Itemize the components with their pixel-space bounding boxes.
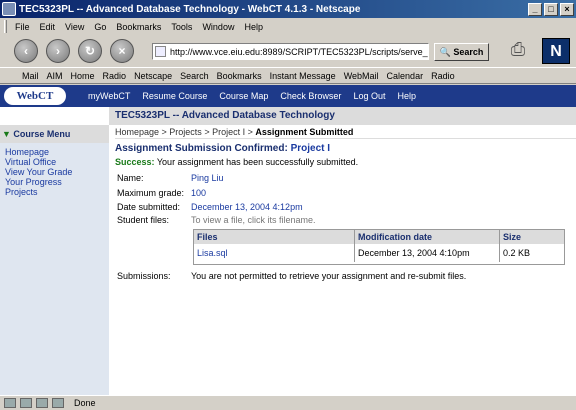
personal-home[interactable]: Home bbox=[71, 71, 95, 81]
name-label: Name: bbox=[117, 173, 144, 183]
netscape-app-icon bbox=[2, 2, 16, 16]
maxgrade-label: Maximum grade: bbox=[117, 188, 185, 198]
menu-bar: File Edit View Go Bookmarks Tools Window… bbox=[0, 18, 576, 35]
personal-aim[interactable]: AIM bbox=[47, 71, 63, 81]
sidebar-item-view-grade[interactable]: View Your Grade bbox=[0, 167, 109, 177]
menu-window[interactable]: Window bbox=[202, 22, 234, 32]
page-icon bbox=[155, 46, 166, 57]
webct-navbar: WebCT myWebCT Resume Course Course Map C… bbox=[0, 85, 576, 107]
personal-netscape[interactable]: Netscape bbox=[134, 71, 172, 81]
date-label: Date submitted: bbox=[117, 202, 181, 212]
nav-help[interactable]: Help bbox=[397, 91, 416, 101]
menu-tools[interactable]: Tools bbox=[171, 22, 192, 32]
personal-instant-message[interactable]: Instant Message bbox=[270, 71, 336, 81]
forward-icon[interactable]: › bbox=[46, 39, 70, 63]
breadcrumb-homepage[interactable]: Homepage bbox=[115, 127, 159, 137]
menu-view[interactable]: View bbox=[65, 22, 84, 32]
course-menu-header[interactable]: ▼ Course Menu bbox=[0, 125, 109, 143]
search-button[interactable]: 🔍 Search bbox=[434, 43, 489, 61]
project-name: Project I bbox=[290, 143, 331, 154]
url-field[interactable]: http://www.vce.eiu.edu:8989/SCRIPT/TEC53… bbox=[152, 43, 429, 60]
files-label: Student files: bbox=[117, 215, 170, 225]
sidebar-item-virtual-office[interactable]: Virtual Office bbox=[0, 157, 109, 167]
nav-resume-course[interactable]: Resume Course bbox=[142, 91, 207, 101]
navigator-icon[interactable] bbox=[4, 398, 16, 408]
window-titlebar: TEC5323PL -- Advanced Database Technolog… bbox=[0, 0, 576, 18]
triangle-down-icon: ▼ bbox=[2, 129, 14, 139]
nav-mywebct[interactable]: myWebCT bbox=[88, 91, 130, 101]
submissions-label: Submissions: bbox=[117, 271, 171, 281]
webct-logo[interactable]: WebCT bbox=[4, 87, 66, 105]
mail-icon[interactable] bbox=[20, 398, 32, 408]
menu-bookmarks[interactable]: Bookmarks bbox=[116, 22, 161, 32]
nav-log-out[interactable]: Log Out bbox=[353, 91, 385, 101]
navigation-toolbar: ‹ › ↻ × http://www.vce.eiu.edu:8989/SCRI… bbox=[0, 35, 576, 67]
personal-calendar[interactable]: Calendar bbox=[387, 71, 424, 81]
close-button[interactable]: × bbox=[560, 2, 574, 16]
confirmation-heading: Assignment Submission Confirmed: Project… bbox=[115, 143, 331, 154]
status-text: Done bbox=[74, 398, 96, 408]
breadcrumb-projects[interactable]: Projects bbox=[169, 127, 202, 137]
table-header: Files Modification date Size bbox=[194, 230, 564, 244]
sidebar-item-progress[interactable]: Your Progress bbox=[0, 177, 109, 187]
table-row: Lisa.sql December 13, 2004 4:10pm 0.2 KB bbox=[194, 244, 564, 262]
toolbar-grip[interactable] bbox=[4, 20, 7, 33]
personal-webmail[interactable]: WebMail bbox=[344, 71, 379, 81]
minimize-button[interactable]: _ bbox=[528, 2, 542, 16]
menu-file[interactable]: File bbox=[15, 22, 30, 32]
menu-go[interactable]: Go bbox=[94, 22, 106, 32]
maximize-button[interactable]: □ bbox=[544, 2, 558, 16]
back-icon[interactable]: ‹ bbox=[14, 39, 38, 63]
nav-check-browser[interactable]: Check Browser bbox=[280, 91, 341, 101]
personal-bookmarks[interactable]: Bookmarks bbox=[217, 71, 262, 81]
date-value: December 13, 2004 4:12pm bbox=[191, 202, 303, 212]
page-content: WebCT myWebCT Resume Course Course Map C… bbox=[0, 85, 576, 395]
name-value: Ping Liu bbox=[191, 173, 224, 183]
personal-radio-2[interactable]: Radio bbox=[431, 71, 455, 81]
breadcrumb-project[interactable]: Project I bbox=[212, 127, 245, 137]
stop-icon[interactable]: × bbox=[110, 39, 134, 63]
status-bar: Done bbox=[0, 395, 576, 410]
file-link[interactable]: Lisa.sql bbox=[194, 244, 355, 262]
sidebar-item-homepage[interactable]: Homepage bbox=[0, 147, 109, 157]
submissions-text: You are not permitted to retrieve your a… bbox=[191, 271, 467, 281]
search-icon: 🔍 bbox=[439, 46, 454, 57]
main-content: Homepage > Projects > Project I > Assign… bbox=[109, 125, 576, 395]
window-title: TEC5323PL -- Advanced Database Technolog… bbox=[19, 3, 361, 15]
url-text: http://www.vce.eiu.edu:8989/SCRIPT/TEC53… bbox=[170, 46, 429, 57]
course-menu: ▼ Course Menu Homepage Virtual Office Vi… bbox=[0, 125, 109, 395]
print-icon[interactable]: ⎙ bbox=[503, 38, 533, 60]
personal-toolbar: Mail AIM Home Radio Netscape Search Book… bbox=[0, 67, 576, 84]
files-hint: To view a file, click its filename. bbox=[191, 215, 316, 225]
personal-mail[interactable]: Mail bbox=[22, 71, 39, 81]
composer-icon[interactable] bbox=[36, 398, 48, 408]
personal-radio[interactable]: Radio bbox=[103, 71, 127, 81]
success-message: Success: Your assignment has been succes… bbox=[115, 157, 359, 167]
menu-help[interactable]: Help bbox=[244, 22, 263, 32]
breadcrumb: Homepage > Projects > Project I > Assign… bbox=[115, 125, 576, 139]
maxgrade-value: 100 bbox=[191, 188, 207, 198]
address-book-icon[interactable] bbox=[52, 398, 64, 408]
files-table: Files Modification date Size Lisa.sql Decem… bbox=[193, 229, 565, 265]
menu-edit[interactable]: Edit bbox=[40, 22, 56, 32]
breadcrumb-current: Assignment Submitted bbox=[255, 127, 354, 137]
personal-search[interactable]: Search bbox=[180, 71, 209, 81]
netscape-logo-icon[interactable]: N bbox=[542, 38, 570, 64]
course-title: TEC5323PL -- Advanced Database Technolog… bbox=[109, 107, 576, 125]
search-button-label: Search bbox=[453, 47, 484, 57]
nav-course-map[interactable]: Course Map bbox=[219, 91, 268, 101]
sidebar-item-projects[interactable]: Projects bbox=[0, 187, 109, 197]
reload-icon[interactable]: ↻ bbox=[78, 39, 102, 63]
